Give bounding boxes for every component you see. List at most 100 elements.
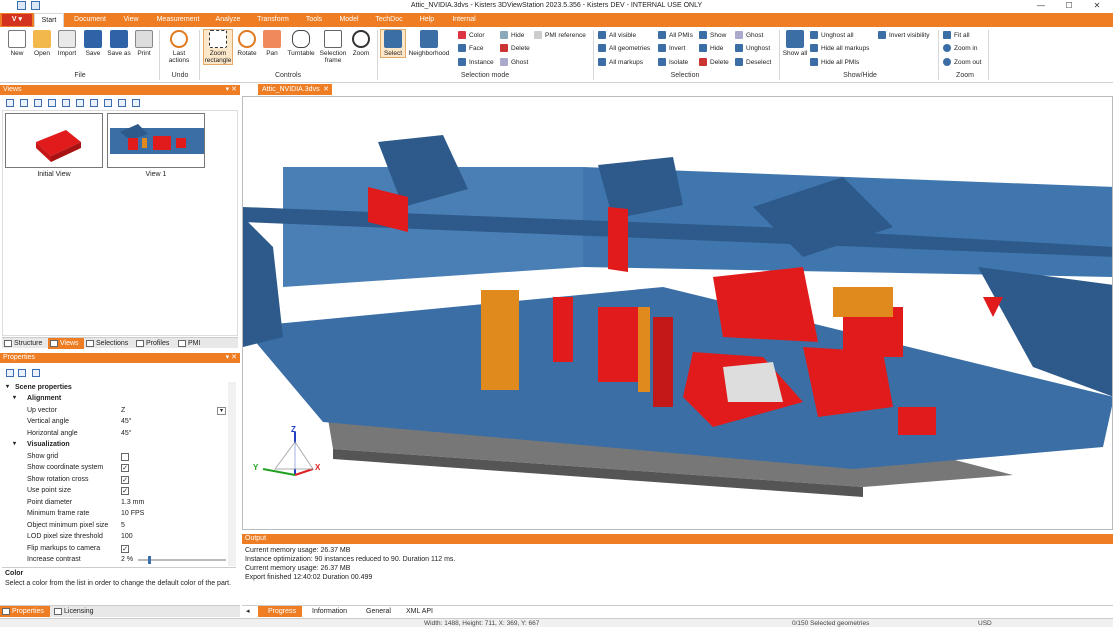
view-front-icon[interactable] (20, 99, 28, 107)
all-markups-button[interactable]: All markups (598, 58, 643, 68)
hide-button[interactable]: Hide (699, 44, 723, 54)
contrast-slider[interactable] (138, 556, 226, 564)
tab-structure[interactable]: Structure (2, 338, 48, 349)
prop-lod-threshold[interactable]: LOD pixel size threshold 100 (3, 531, 227, 542)
hide-mode-button[interactable]: Hide (500, 31, 524, 41)
new-button[interactable]: New (4, 30, 30, 57)
all-visible-button[interactable]: All visible (598, 31, 636, 41)
all-geometries-button[interactable]: All geometries (598, 44, 650, 54)
tab-pmi[interactable]: PMI (176, 338, 206, 349)
unghost-button[interactable]: Unghost (735, 44, 770, 54)
tab-start[interactable]: Start (34, 13, 64, 27)
tab-document[interactable]: Document (68, 13, 112, 27)
show-grid-checkbox[interactable] (121, 453, 129, 461)
face-mode-button[interactable]: Face (458, 44, 483, 54)
panel-close-icon[interactable]: ▾ ✕ (226, 353, 237, 363)
prop-horizontal-angle[interactable]: Horizontal angle 45° (3, 428, 227, 439)
tab-properties[interactable]: Properties (0, 606, 50, 617)
save-as-button[interactable]: Save as (106, 30, 132, 57)
tab-analyze[interactable]: Analyze (210, 13, 246, 27)
tab-transform[interactable]: Transform (250, 13, 296, 27)
hide-all-markups-button[interactable]: Hide all markups (810, 44, 869, 54)
show-rotation-checkbox[interactable]: ✓ (121, 476, 129, 484)
app-menu-button[interactable]: V ▾ (2, 14, 32, 26)
tab-help[interactable]: Help (412, 13, 442, 27)
tabs-scroll-left-icon[interactable]: ◂ (244, 606, 256, 617)
zoom-rectangle-button[interactable]: Zoom rectangle (203, 29, 233, 65)
hide-all-pmis-button[interactable]: Hide all PMIs (810, 58, 859, 68)
zoom-out-button[interactable]: Zoom out (943, 58, 981, 68)
tab-internal[interactable]: Internal (446, 13, 482, 27)
tab-tools[interactable]: Tools (300, 13, 328, 27)
tab-view[interactable]: View (116, 13, 146, 27)
tab-licensing[interactable]: Licensing (52, 606, 98, 617)
selection-frame-button[interactable]: Selection frame (318, 30, 348, 64)
alignment-category[interactable]: ▾ Alignment (3, 393, 227, 404)
rotate-button[interactable]: Rotate (234, 30, 260, 57)
tab-measurement[interactable]: Measurement (150, 13, 206, 27)
ghost-mode-button[interactable]: Ghost (500, 58, 528, 68)
close-tab-icon[interactable]: ✕ (323, 84, 329, 95)
all-pmis-button[interactable]: All PMIs (658, 31, 693, 41)
prop-point-diameter[interactable]: Point diameter 1.3 mm (3, 497, 227, 508)
panel-close-icon[interactable]: ▾ ✕ (226, 85, 237, 95)
use-point-size-checkbox[interactable]: ✓ (121, 487, 129, 495)
zoom-in-button[interactable]: Zoom in (943, 44, 977, 54)
isolate-button[interactable]: Isolate (658, 58, 688, 68)
pmi-reference-button[interactable]: PMI reference (534, 31, 586, 41)
document-tab[interactable]: Attic_NVIDIA.3dvs ✕ (258, 84, 332, 95)
slider-thumb[interactable] (148, 556, 151, 564)
view-thumbnail-view1[interactable] (107, 113, 205, 168)
invert-visibility-button[interactable]: Invert visibility (878, 31, 929, 41)
view-add-icon[interactable] (104, 99, 112, 107)
color-mode-button[interactable]: Color (458, 31, 485, 41)
turntable-button[interactable]: Turntable (285, 30, 317, 57)
neighborhood-button[interactable]: Neighborhood (406, 30, 452, 57)
fit-all-button[interactable]: Fit all (943, 31, 970, 41)
save-button[interactable]: Save (80, 30, 106, 57)
view-left-icon[interactable] (48, 99, 56, 107)
deselect-button[interactable]: Deselect (735, 58, 771, 68)
show-coord-checkbox[interactable]: ✓ (121, 464, 129, 472)
tab-profiles[interactable]: Profiles (134, 338, 176, 349)
prop-vertical-angle[interactable]: Vertical angle 45° (3, 416, 227, 427)
view-delete-icon[interactable] (132, 99, 140, 107)
maximize-button[interactable]: ☐ (1055, 1, 1083, 10)
view-right-icon[interactable] (62, 99, 70, 107)
ghost-button[interactable]: Ghost (735, 31, 763, 41)
dropdown-chevron-icon[interactable]: ▾ (217, 407, 226, 415)
tab-views[interactable]: Views (48, 338, 84, 349)
prop-object-min-pixel[interactable]: Object minimum pixel size 5 (3, 520, 227, 531)
flip-markups-checkbox[interactable]: ✓ (121, 545, 129, 553)
view-thumbnail-initial[interactable] (5, 113, 103, 168)
view-back-icon[interactable] (34, 99, 42, 107)
open-button[interactable]: Open (29, 30, 55, 57)
visualization-category[interactable]: ▾ Visualization (3, 439, 227, 450)
view-bottom-icon[interactable] (90, 99, 98, 107)
tab-progress[interactable]: Progress (258, 606, 302, 617)
scene-properties-header[interactable]: ▾ Scene properties (3, 382, 227, 393)
properties-scrollbar[interactable] (228, 382, 236, 566)
delete-button[interactable]: Delete (699, 58, 729, 68)
view-update-icon[interactable] (118, 99, 126, 107)
prop-up-vector[interactable]: Up vector Z ▾ (3, 405, 227, 416)
pan-button[interactable]: Pan (259, 30, 285, 57)
delete-mode-button[interactable]: Delete (500, 44, 530, 54)
print-button[interactable]: Print (131, 30, 157, 57)
tab-selections[interactable]: Selections (84, 338, 134, 349)
instance-mode-button[interactable]: Instance (458, 58, 494, 68)
prop-min-frame-rate[interactable]: Minimum frame rate 10 FPS (3, 508, 227, 519)
show-button[interactable]: Show (699, 31, 726, 41)
view-top-icon[interactable] (76, 99, 84, 107)
tab-model[interactable]: Model (332, 13, 366, 27)
tab-information[interactable]: Information (306, 606, 356, 617)
tab-general[interactable]: General (360, 606, 396, 617)
3d-viewport[interactable]: Z X Y (242, 96, 1113, 530)
unghost-all-button[interactable]: Unghost all (810, 31, 854, 41)
close-button[interactable]: ✕ (1083, 1, 1111, 10)
minimize-button[interactable]: — (1027, 1, 1055, 10)
invert-button[interactable]: Invert (658, 44, 685, 54)
tab-xml-api[interactable]: XML API (400, 606, 438, 617)
zoom-button[interactable]: Zoom (348, 30, 374, 57)
select-button[interactable]: Select (380, 29, 406, 58)
